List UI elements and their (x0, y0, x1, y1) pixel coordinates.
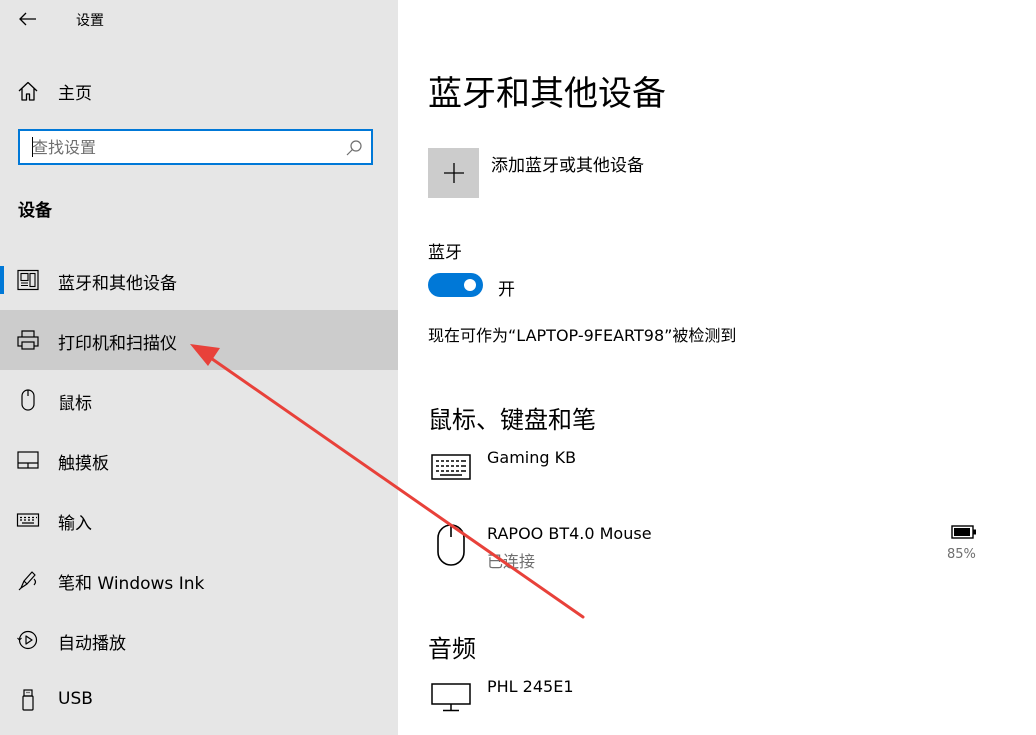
back-button[interactable] (14, 6, 42, 32)
sidebar-item-label: 蓝牙和其他设备 (58, 274, 177, 294)
pen-icon (18, 571, 37, 591)
device-status: 已连接 (487, 552, 536, 571)
keyboard-icon (431, 454, 471, 480)
home-icon (18, 81, 38, 101)
sidebar-item-autoplay[interactable]: 自动播放 (0, 610, 398, 670)
device-name: Gaming KB (487, 448, 577, 467)
device-name: RAPOO BT4.0 Mouse (487, 524, 652, 543)
sidebar-item-label: 打印机和扫描仪 (58, 334, 177, 354)
toggle-knob (464, 279, 476, 291)
bluetooth-label: 蓝牙 (428, 243, 462, 263)
page-title: 蓝牙和其他设备 (428, 74, 666, 114)
search-box[interactable] (18, 129, 373, 165)
add-device-button[interactable] (428, 148, 479, 198)
sidebar: 设置 主页 设备 蓝牙和其他设备 打印机和扫描仪 (0, 0, 398, 735)
sidebar-item-bluetooth[interactable]: 蓝牙和其他设备 (0, 250, 398, 310)
sidebar-home[interactable]: 主页 (0, 68, 398, 112)
mouse-icon (21, 389, 35, 411)
sidebar-item-label: 输入 (58, 514, 92, 534)
sidebar-item-label: USB (58, 689, 93, 709)
bluetooth-devices-icon (17, 269, 39, 291)
sidebar-item-printers[interactable]: 打印机和扫描仪 (0, 310, 398, 370)
sidebar-item-label: 鼠标 (58, 394, 92, 414)
battery-level: 85% (947, 547, 976, 562)
bluetooth-toggle[interactable] (428, 273, 483, 297)
sidebar-item-pen[interactable]: 笔和 Windows Ink (0, 550, 398, 610)
mouse-icon (437, 524, 465, 566)
sidebar-home-label: 主页 (58, 84, 92, 104)
discoverable-text: 现在可作为“LAPTOP-9FEART98”被检测到 (428, 326, 737, 345)
sidebar-item-mouse[interactable]: 鼠标 (0, 370, 398, 430)
app-title: 设置 (76, 13, 104, 29)
bluetooth-toggle-state: 开 (498, 280, 515, 300)
section-title-audio: 音频 (428, 635, 476, 663)
sidebar-item-label: 触摸板 (58, 454, 109, 474)
sidebar-item-usb[interactable]: USB (0, 670, 398, 730)
device-name: PHL 245E1 (487, 677, 574, 696)
touchpad-icon (17, 451, 39, 469)
printer-icon (17, 330, 39, 350)
usb-icon (22, 689, 34, 711)
sidebar-item-label: 笔和 Windows Ink (58, 574, 205, 594)
monitor-icon (431, 683, 471, 712)
battery-icon (951, 525, 976, 539)
search-input[interactable] (32, 135, 332, 159)
plus-icon (443, 163, 464, 183)
keyboard-icon (16, 513, 40, 527)
add-device-label[interactable]: 添加蓝牙或其他设备 (491, 151, 644, 176)
back-arrow-icon (19, 12, 36, 26)
section-title-input-devices: 鼠标、键盘和笔 (428, 406, 596, 434)
sidebar-item-typing[interactable]: 输入 (0, 490, 398, 550)
sidebar-item-touchpad[interactable]: 触摸板 (0, 430, 398, 490)
sidebar-section-title: 设备 (18, 201, 52, 221)
autoplay-icon (17, 630, 38, 650)
sidebar-item-label: 自动播放 (58, 634, 126, 654)
search-icon[interactable] (345, 139, 363, 157)
